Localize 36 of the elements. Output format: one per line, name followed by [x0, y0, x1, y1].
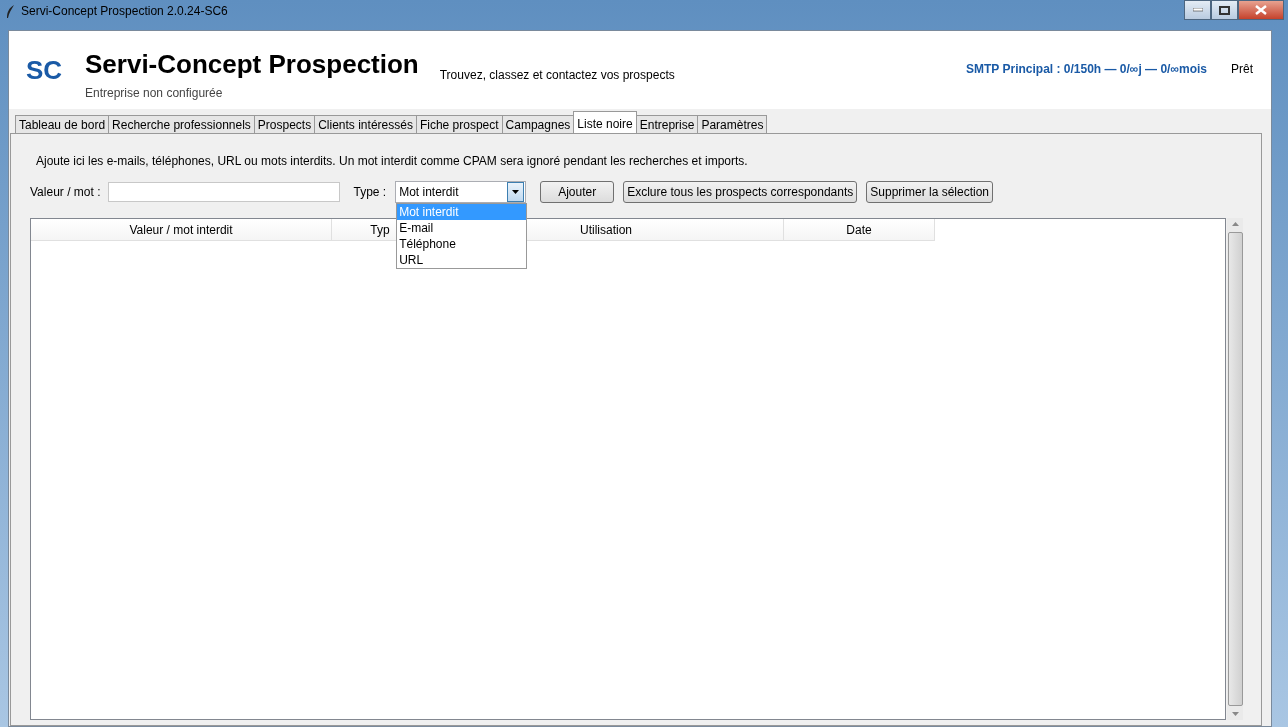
dropdown-arrow-icon: [512, 190, 520, 194]
app-logo: SC: [26, 54, 64, 86]
feather-icon: [6, 4, 15, 18]
tab[interactable]: Paramètres: [697, 115, 768, 133]
value-label: Valeur / mot :: [30, 185, 101, 199]
column-header[interactable]: Date: [784, 219, 935, 241]
scroll-up-icon[interactable]: [1231, 222, 1239, 226]
window-title: Servi-Concept Prospection 2.0.24-SC6: [21, 4, 228, 18]
action-button[interactable]: Supprimer la sélection: [866, 181, 994, 203]
tab[interactable]: Clients intéressés: [314, 115, 417, 133]
tab[interactable]: Prospects: [253, 115, 316, 133]
minimize-icon: [1192, 8, 1203, 12]
tab[interactable]: Liste noire: [573, 111, 637, 133]
tab[interactable]: Entreprise: [635, 115, 699, 133]
minimize-button[interactable]: [1184, 0, 1211, 20]
status-text: Prêt: [1231, 62, 1253, 76]
maximize-button[interactable]: [1211, 0, 1238, 20]
tagline: Trouvez, classez et contactez vos prospects: [439, 68, 675, 82]
action-button[interactable]: Ajouter: [540, 181, 615, 203]
column-header[interactable]: Valeur / mot interdit: [31, 219, 332, 241]
tab[interactable]: Fiche prospect: [415, 115, 503, 133]
maximize-icon: [1219, 5, 1230, 15]
smtp-quota: SMTP Principal : 0/150h — 0/∞j — 0/∞mois: [966, 62, 1207, 76]
type-label: Type :: [353, 185, 387, 199]
action-button[interactable]: Exclure tous les prospects correspondants: [623, 181, 858, 203]
value-input[interactable]: [108, 182, 341, 202]
scroll-down-icon[interactable]: [1231, 712, 1239, 716]
tab[interactable]: Campagnes: [501, 115, 575, 133]
close-button[interactable]: [1238, 0, 1284, 20]
app-title: Servi-Concept Prospection: [85, 48, 419, 80]
company-status: Entreprise non configurée: [85, 85, 224, 100]
close-icon: [1255, 5, 1267, 15]
dropdown-option[interactable]: URL: [397, 252, 527, 268]
tab[interactable]: Tableau de bord: [15, 115, 110, 133]
hint-text: Ajoute ici les e-mails, téléphones, URL ou mots interdits. Un mot interdit comme CPAM sera ignoré pendant les recherches et imports.: [36, 154, 749, 168]
tab[interactable]: Recherche professionnels: [108, 115, 255, 133]
